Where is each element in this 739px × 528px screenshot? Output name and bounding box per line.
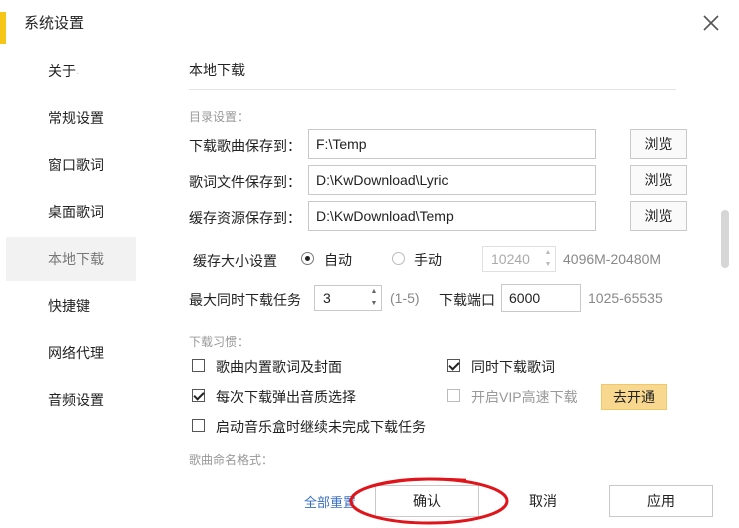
download-port-range: 1025-65535	[588, 290, 663, 306]
stepper-down-icon[interactable]: ▼	[367, 298, 381, 310]
cache-size-stepper[interactable]: 10240 ▲ ▼	[482, 246, 556, 272]
naming-group-label: 歌曲命名格式：	[189, 453, 274, 467]
cancel-button[interactable]: 取消	[492, 485, 594, 517]
download-lyrics-label: 同时下载歌词	[471, 359, 555, 375]
sidebar-item-label: 关于	[48, 63, 76, 79]
sidebar-item-label: 快捷键	[48, 298, 90, 314]
apply-button[interactable]: 应用	[609, 485, 713, 517]
confirm-button[interactable]: 确认	[375, 485, 479, 517]
embed-lyrics-checkbox[interactable]	[192, 359, 205, 372]
sidebar-item-local-download[interactable]: 本地下载	[6, 237, 136, 281]
sidebar-item-label: 窗口歌词	[48, 157, 104, 173]
max-tasks-label: 最大同时下载任务	[189, 292, 301, 308]
reset-all-link[interactable]: 全部重置	[304, 492, 356, 511]
embed-lyrics-label: 歌曲内置歌词及封面	[216, 359, 342, 375]
sidebar-item-label: 网络代理	[48, 345, 104, 361]
quality-popup-label: 每次下载弹出音质选择	[216, 389, 356, 405]
sidebar-item-dot: ·	[76, 68, 80, 79]
quality-popup-checkbox[interactable]	[192, 389, 205, 402]
content-scrollbar[interactable]	[721, 210, 729, 268]
cache-auto-label: 自动	[324, 252, 352, 268]
sidebar-item-shortcuts[interactable]: 快捷键	[6, 284, 136, 328]
dialog-title: 系统设置	[24, 15, 85, 32]
close-icon[interactable]	[700, 12, 722, 34]
max-tasks-range: (1-5)	[390, 290, 420, 306]
settings-sidebar: 关于· 常规设置 窗口歌词 桌面歌词 本地下载 快捷键 网络代理 音频设置	[6, 47, 136, 528]
song-dir-input[interactable]: F:\Temp	[308, 129, 596, 159]
cache-dir-label: 缓存资源保存到：	[189, 210, 301, 226]
stepper-up-icon[interactable]: ▲	[541, 247, 555, 259]
download-port-input[interactable]: 6000	[501, 284, 581, 312]
sidebar-item-label: 常规设置	[48, 110, 104, 126]
sidebar-item-desktop-lyrics[interactable]: 桌面歌词	[6, 190, 136, 234]
cache-size-label: 缓存大小设置	[193, 253, 277, 269]
section-title: 本地下载	[189, 62, 245, 78]
lyric-dir-label: 歌词文件保存到：	[189, 174, 301, 190]
song-dir-browse-button[interactable]: 浏览	[630, 129, 687, 159]
stepper-up-icon[interactable]: ▲	[367, 286, 381, 298]
resume-tasks-checkbox[interactable]	[192, 419, 205, 432]
resume-tasks-label: 启动音乐盒时继续未完成下载任务	[216, 419, 426, 435]
song-dir-label: 下载歌曲保存到：	[189, 138, 301, 154]
cache-manual-radio[interactable]	[392, 252, 405, 265]
directory-group-label: 目录设置：	[189, 110, 250, 124]
max-tasks-stepper[interactable]: 3 ▲ ▼	[314, 285, 382, 311]
sidebar-item-about[interactable]: 关于·	[6, 49, 136, 93]
stepper-down-icon[interactable]: ▼	[541, 259, 555, 271]
habits-group-label: 下载习惯：	[189, 335, 250, 349]
vip-speed-checkbox[interactable]	[447, 389, 460, 402]
settings-dialog: 系统设置 关于· 常规设置 窗口歌词 桌面歌词 本地下载 快捷键 网络代理 音频…	[6, 0, 739, 528]
sidebar-item-label: 桌面歌词	[48, 204, 104, 220]
lyric-dir-input[interactable]: D:\KwDownload\Lyric	[308, 165, 596, 195]
cache-size-range: 4096M-20480M	[563, 251, 662, 267]
vip-activate-button[interactable]: 去开通	[601, 384, 667, 410]
lyric-dir-browse-button[interactable]: 浏览	[630, 165, 687, 195]
vip-speed-label: 开启VIP高速下载	[471, 389, 578, 405]
download-lyrics-checkbox[interactable]	[447, 359, 460, 372]
sidebar-item-audio[interactable]: 音频设置	[6, 378, 136, 422]
sidebar-item-proxy[interactable]: 网络代理	[6, 331, 136, 375]
sidebar-item-label: 本地下载	[48, 251, 104, 267]
sidebar-item-general[interactable]: 常规设置	[6, 96, 136, 140]
sidebar-item-label: 音频设置	[48, 392, 104, 408]
download-port-label: 下载端口	[439, 292, 495, 308]
cache-size-value: 10240	[491, 251, 530, 267]
sidebar-item-window-lyrics[interactable]: 窗口歌词	[6, 143, 136, 187]
cache-dir-browse-button[interactable]: 浏览	[630, 201, 687, 231]
cache-dir-input[interactable]: D:\KwDownload\Temp	[308, 201, 596, 231]
section-divider	[189, 89, 676, 90]
cache-auto-radio[interactable]	[301, 252, 314, 265]
cache-manual-label: 手动	[414, 252, 442, 268]
settings-content: 本地下载 目录设置： 下载歌曲保存到： F:\Temp 浏览 歌词文件保存到： …	[136, 47, 739, 528]
max-tasks-value: 3	[323, 290, 331, 306]
